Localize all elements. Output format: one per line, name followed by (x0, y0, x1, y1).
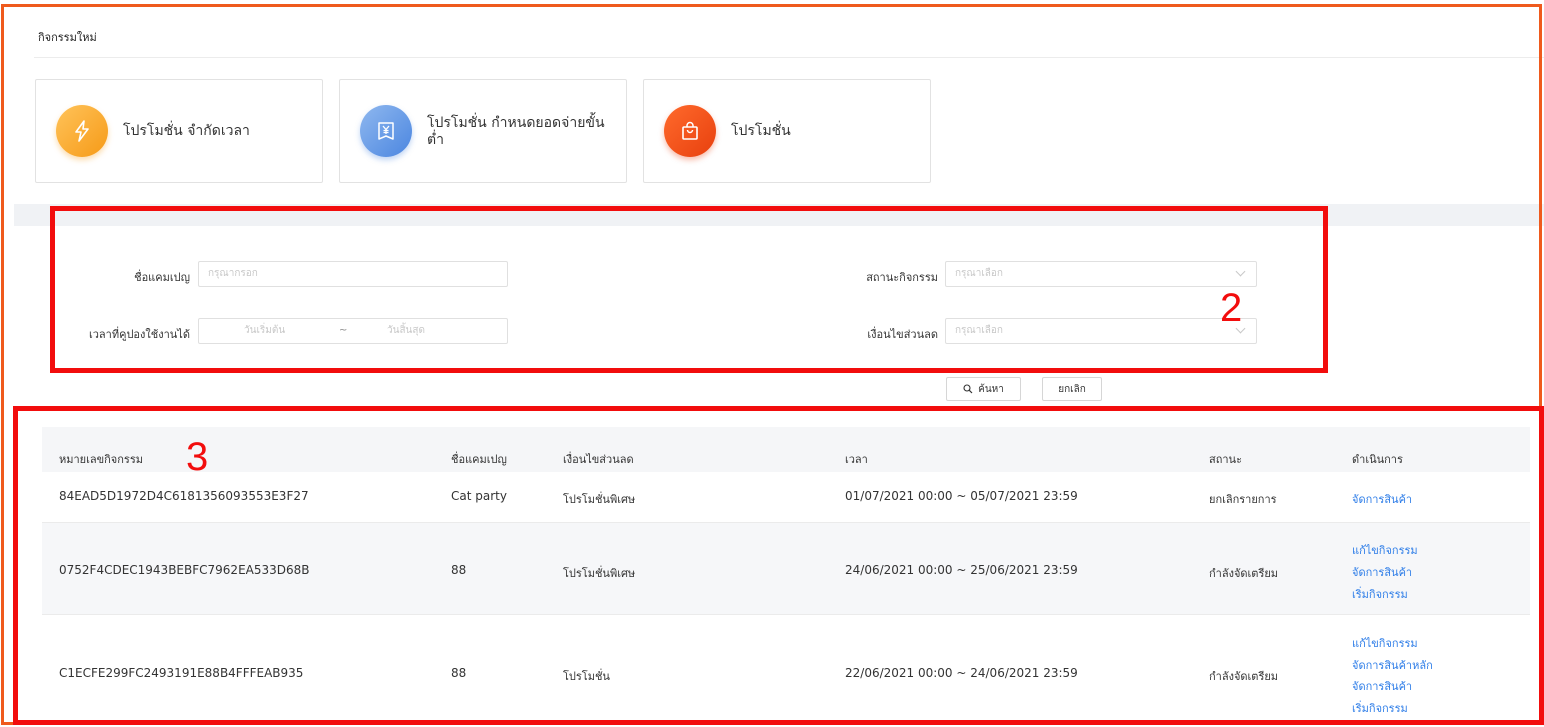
annotation-box-3 (13, 406, 1544, 725)
annotation-box-2 (50, 206, 1328, 373)
annotation-number-3: 3 (186, 435, 209, 479)
annotation-number-2: 2 (1220, 286, 1243, 330)
